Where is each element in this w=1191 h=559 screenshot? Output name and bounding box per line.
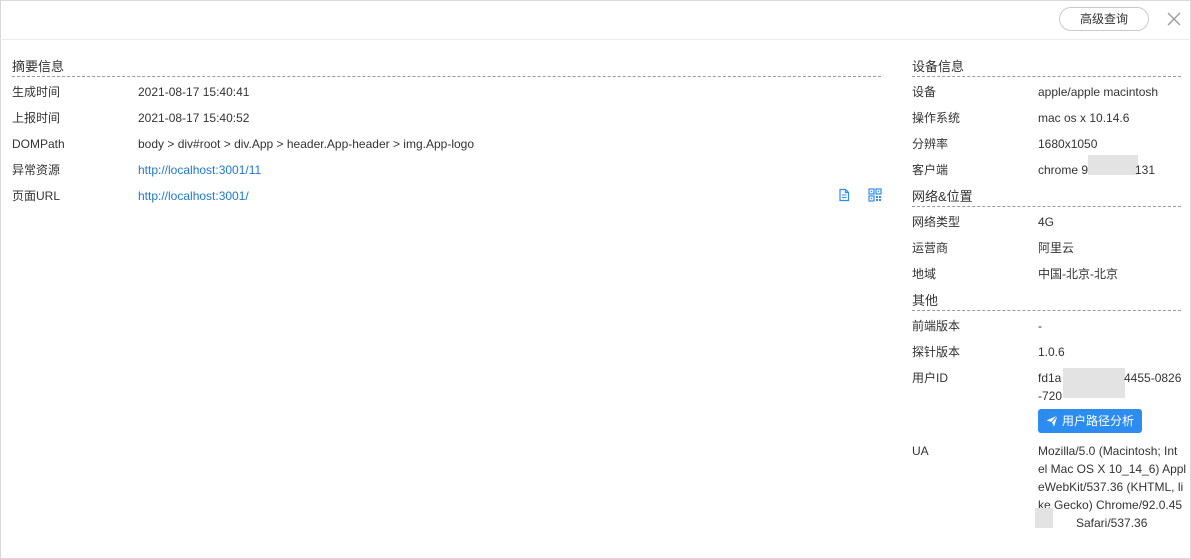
dompath-label: DOMPath <box>12 137 65 151</box>
device-value: apple/apple macintosh <box>1038 85 1159 99</box>
redacted-block <box>1035 508 1053 528</box>
send-icon <box>1046 415 1058 427</box>
error-resource-label: 异常资源 <box>12 163 61 177</box>
client-value-start: chrome 9 <box>1038 163 1089 177</box>
user-id-value-start: fd1a <box>1038 371 1062 385</box>
reported-time-label: 上报时间 <box>12 111 61 125</box>
region-label: 地域 <box>912 267 937 281</box>
copy-icon[interactable] <box>837 188 851 202</box>
qrcode-icon[interactable] <box>868 188 882 202</box>
os-value: mac os x 10.14.6 <box>1038 111 1130 125</box>
probe-version-value: 1.0.6 <box>1038 345 1065 359</box>
resolution-value: 1680x1050 <box>1038 137 1098 151</box>
close-icon[interactable] <box>1166 11 1182 27</box>
os-label: 操作系统 <box>912 111 961 125</box>
page-url-label: 页面URL <box>12 189 61 203</box>
dompath-value: body > div#root > div.App > header.App-h… <box>138 137 475 151</box>
user-path-analysis-button[interactable]: 用户路径分析 <box>1038 409 1142 433</box>
other-title: 其他 <box>912 293 1181 311</box>
generated-time-label: 生成时间 <box>12 85 61 99</box>
frontend-version-value: - <box>1038 319 1042 333</box>
network-title: 网络&位置 <box>912 189 1181 207</box>
user-id-value-end: 4455-0826 <box>1124 371 1182 385</box>
top-toolbar: 高级查询 <box>0 0 1191 40</box>
user-path-analysis-label: 用户路径分析 <box>1062 414 1135 428</box>
advanced-query-button[interactable]: 高级查询 <box>1059 7 1149 31</box>
ua-line: eWebKit/537.36 (KHTML, li <box>1038 480 1184 494</box>
network-type-label: 网络类型 <box>912 215 961 229</box>
carrier-value: 阿里云 <box>1038 241 1075 255</box>
client-value-end: 131 <box>1135 163 1156 177</box>
ua-label: UA <box>912 444 929 458</box>
device-title: 设备信息 <box>912 59 1181 77</box>
ua-line-last: Safari/537.36 <box>1076 516 1148 530</box>
ua-line: Mozilla/5.0 (Macintosh; Int <box>1038 444 1178 458</box>
resolution-label: 分辨率 <box>912 137 949 151</box>
user-id-label: 用户ID <box>912 371 949 385</box>
user-id-value-line2: -720 <box>1038 389 1063 403</box>
redacted-block <box>1088 155 1138 175</box>
error-resource-link[interactable]: http://localhost:3001/11 <box>138 163 261 177</box>
frontend-version-label: 前端版本 <box>912 319 961 333</box>
ua-line: ke Gecko) Chrome/92.0.45 <box>1038 498 1183 512</box>
client-label: 客户端 <box>912 163 949 177</box>
region-value: 中国-北京-北京 <box>1038 267 1118 281</box>
network-type-value: 4G <box>1038 215 1055 229</box>
carrier-label: 运营商 <box>912 241 949 255</box>
summary-title: 摘要信息 <box>12 59 881 77</box>
redacted-block <box>1063 368 1125 398</box>
page-url-link[interactable]: http://localhost:3001/ <box>138 189 249 203</box>
reported-time-value: 2021-08-17 15:40:52 <box>138 111 250 125</box>
device-label: 设备 <box>912 85 937 99</box>
detail-panel <box>0 0 1191 559</box>
probe-version-label: 探针版本 <box>912 345 961 359</box>
generated-time-value: 2021-08-17 15:40:41 <box>138 85 250 99</box>
ua-line: el Mac OS X 10_14_6) Appl <box>1038 462 1187 476</box>
